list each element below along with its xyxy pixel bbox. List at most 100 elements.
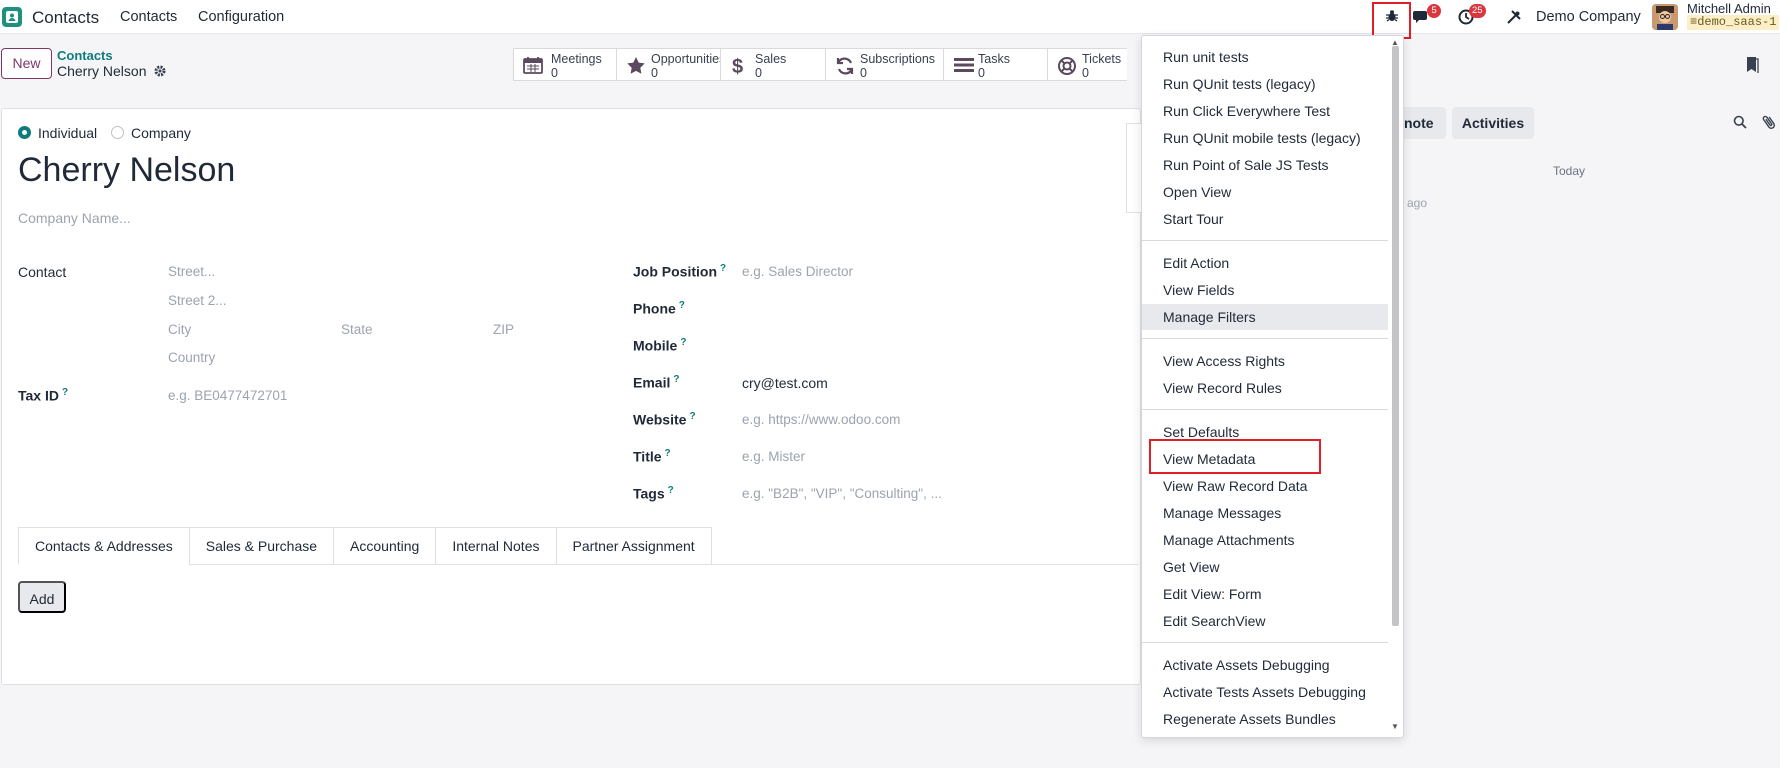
menu-item-run-click-everywhere[interactable]: Run Click Everywhere Test — [1142, 98, 1388, 124]
taxid-label: Tax ID? — [18, 387, 69, 404]
top-navbar: Contacts Contacts Configuration 5 25 Dem… — [0, 0, 1780, 34]
title-field[interactable]: e.g. Mister — [742, 449, 805, 464]
city-field[interactable]: City — [168, 322, 191, 337]
email-field[interactable]: cry@test.com — [742, 375, 828, 391]
calendar-icon — [523, 56, 543, 77]
street-field[interactable]: Street... — [168, 264, 215, 279]
sales-button[interactable]: $ Sales 0 — [720, 48, 825, 81]
radio-individual-label[interactable]: Individual — [38, 125, 97, 141]
today-separator: Today — [1553, 164, 1586, 178]
tickets-button[interactable]: Tickets 0 — [1047, 48, 1127, 81]
job-position-field[interactable]: e.g. Sales Director — [742, 264, 853, 279]
tasks-button[interactable]: Tasks 0 — [943, 48, 1047, 81]
menu-item-view-fields[interactable]: View Fields — [1142, 277, 1388, 303]
company-name-field[interactable]: Company Name... — [18, 210, 131, 226]
svg-text:$: $ — [732, 56, 743, 76]
menu-item-run-unit-tests[interactable]: Run unit tests — [1142, 44, 1388, 70]
help-icon[interactable]: ? — [668, 485, 674, 496]
help-icon[interactable]: ? — [679, 300, 685, 311]
website-field[interactable]: e.g. https://www.odoo.com — [742, 412, 900, 427]
menu-item-start-tour[interactable]: Start Tour — [1142, 206, 1388, 232]
tab-contacts-addresses[interactable]: Contacts & Addresses — [18, 527, 189, 565]
website-label: Website? — [633, 411, 696, 428]
menu-item-run-pos-js-tests[interactable]: Run Point of Sale JS Tests — [1142, 152, 1388, 178]
menu-scrollbar[interactable] — [1392, 46, 1399, 626]
scroll-down-arrow[interactable]: ▼ — [1391, 722, 1399, 731]
help-icon[interactable]: ? — [680, 337, 686, 348]
tab-internal-notes[interactable]: Internal Notes — [435, 527, 556, 565]
menu-divider — [1142, 642, 1388, 643]
menu-divider — [1142, 338, 1388, 339]
dollar-icon: $ — [730, 56, 746, 79]
menu-item-open-view[interactable]: Open View — [1142, 179, 1388, 205]
help-icon[interactable]: ? — [689, 411, 695, 422]
taxid-field[interactable]: e.g. BE0477472701 — [168, 388, 287, 403]
radio-company[interactable] — [111, 126, 124, 139]
company-switcher[interactable]: Demo Company — [1536, 9, 1641, 25]
contacts-app-icon[interactable] — [2, 7, 22, 27]
activities-badge: 25 — [1469, 4, 1486, 18]
scroll-up-arrow[interactable]: ▲ — [1391, 38, 1399, 47]
smart-buttons: Meetings 0 Opportunities 0 $ Sales 0 Sub… — [513, 48, 1127, 81]
search-icon[interactable] — [1733, 115, 1747, 132]
menu-divider — [1142, 409, 1388, 410]
menu-item-view-access-rights[interactable]: View Access Rights — [1142, 348, 1388, 374]
activities-button[interactable]: Activities — [1452, 107, 1534, 139]
debug-button-highlight — [1372, 2, 1411, 39]
new-button[interactable]: New — [1, 48, 52, 79]
menu-item-manage-attachments[interactable]: Manage Attachments — [1142, 527, 1388, 553]
tags-field[interactable]: e.g. "B2B", "VIP", "Consulting", ... — [742, 486, 942, 501]
menu-item-activate-tests-assets-debugging[interactable]: Activate Tests Assets Debugging — [1142, 679, 1388, 705]
job-position-label: Job Position? — [633, 263, 727, 280]
user-avatar[interactable] — [1652, 4, 1678, 30]
menu-item-run-qunit-tests[interactable]: Run QUnit tests (legacy) — [1142, 71, 1388, 97]
user-name[interactable]: Mitchell Admin — [1687, 1, 1771, 16]
menu-item-activate-assets-debugging[interactable]: Activate Assets Debugging — [1142, 652, 1388, 678]
menu-item-get-view[interactable]: Get View — [1142, 554, 1388, 580]
gear-icon[interactable] — [154, 64, 166, 80]
state-field[interactable]: State — [341, 322, 373, 337]
menu-item-edit-action[interactable]: Edit Action — [1142, 250, 1388, 276]
app-name[interactable]: Contacts — [32, 8, 99, 28]
menu-item-manage-filters[interactable]: Manage Filters — [1142, 304, 1388, 330]
tools-icon[interactable] — [1506, 9, 1522, 28]
menu-item-edit-searchview[interactable]: Edit SearchView — [1142, 608, 1388, 634]
contact-label: Contact — [18, 264, 67, 280]
help-icon[interactable]: ? — [720, 263, 726, 274]
menu-item-view-raw-record-data[interactable]: View Raw Record Data — [1142, 473, 1388, 499]
menu-contacts[interactable]: Contacts — [120, 9, 177, 25]
menu-item-edit-view-form[interactable]: Edit View: Form — [1142, 581, 1388, 607]
email-label: Email? — [633, 374, 680, 391]
menu-item-regenerate-assets-bundles[interactable]: Regenerate Assets Bundles — [1142, 706, 1388, 732]
street2-field[interactable]: Street 2... — [168, 293, 227, 308]
radio-company-label[interactable]: Company — [131, 125, 191, 141]
country-field[interactable]: Country — [168, 350, 215, 365]
tab-accounting[interactable]: Accounting — [333, 527, 436, 565]
add-button[interactable]: Add — [18, 581, 66, 613]
star-icon — [626, 56, 646, 78]
menu-item-manage-messages[interactable]: Manage Messages — [1142, 500, 1388, 526]
radio-individual[interactable] — [18, 126, 31, 139]
bookmark-icon[interactable] — [1745, 56, 1759, 77]
menu-item-run-qunit-mobile-tests[interactable]: Run QUnit mobile tests (legacy) — [1142, 125, 1388, 151]
tab-sales-purchase[interactable]: Sales & Purchase — [188, 527, 334, 565]
paperclip-icon[interactable] — [1762, 113, 1776, 134]
help-icon[interactable]: ? — [665, 448, 671, 459]
help-icon[interactable]: ? — [62, 387, 68, 398]
menu-configuration[interactable]: Configuration — [198, 9, 284, 25]
contact-name-field[interactable]: Cherry Nelson — [18, 151, 235, 190]
message-time: ago — [1407, 196, 1428, 210]
notebook-tabs: Contacts & Addresses Sales & Purchase Ac… — [18, 527, 712, 565]
breadcrumb-contacts[interactable]: Contacts — [57, 48, 113, 63]
tasks-icon — [953, 56, 975, 77]
meetings-button[interactable]: Meetings 0 — [513, 48, 616, 81]
menu-item-view-record-rules[interactable]: View Record Rules — [1142, 375, 1388, 401]
subscriptions-button[interactable]: Subscriptions 0 — [825, 48, 943, 81]
tags-label: Tags? — [633, 485, 674, 502]
help-icon[interactable]: ? — [673, 374, 679, 385]
zip-field[interactable]: ZIP — [493, 322, 514, 337]
debug-menu: Run unit tests Run QUnit tests (legacy) … — [1141, 35, 1404, 738]
title-label: Title? — [633, 448, 671, 465]
opportunities-button[interactable]: Opportunities 0 — [616, 48, 725, 81]
tab-partner-assignment[interactable]: Partner Assignment — [555, 527, 712, 565]
